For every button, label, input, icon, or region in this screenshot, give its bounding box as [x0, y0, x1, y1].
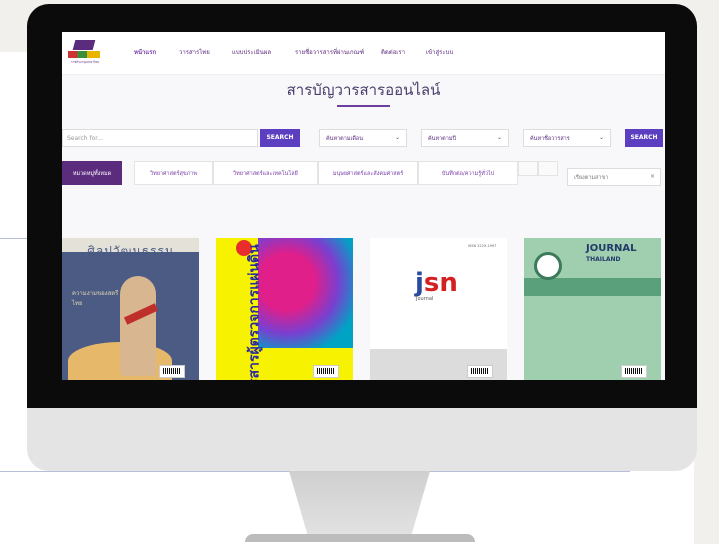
tab-empty[interactable]	[538, 161, 558, 176]
nav-evaluation[interactable]: แบบประเมินผล	[232, 47, 271, 57]
tab-health-science[interactable]: วิทยาศาสตร์สุขภาพ	[134, 161, 213, 185]
barcode-icon	[159, 365, 185, 378]
cover-title: วารสารผู้ตรวจการแผ่นดิน	[216, 244, 263, 380]
chevron-down-icon: ⌄	[496, 134, 502, 141]
barcode-icon	[621, 365, 647, 378]
site-logo[interactable]: ราชกิจจานุเบกษาไทย	[64, 38, 106, 68]
chevron-down-icon: ⌄	[394, 134, 400, 141]
website-screen: ราชกิจจานุเบกษาไทย หน้าแรก วารสารไทย แบบ…	[62, 32, 665, 380]
books-icon	[68, 51, 100, 58]
page-title: สารบัญวารสารออนไลน์	[286, 81, 441, 99]
month-select-label: ค้นหาตามเดือน	[326, 136, 363, 142]
month-select[interactable]: ค้นหาตามเดือน ⌄	[319, 129, 407, 147]
year-select[interactable]: ค้นหาตามปี ⌄	[421, 129, 509, 147]
barcode-icon	[313, 365, 339, 378]
journal-name-select-label: ค้นหาชื่อวารสาร	[530, 136, 570, 142]
cover-band	[524, 278, 661, 296]
nav-approved-list[interactable]: รายชื่อวารสารที่ผ่านเกณฑ์	[295, 47, 364, 57]
journal-name-select[interactable]: ค้นหาชื่อวารสาร ⌄	[523, 129, 611, 147]
cover-issn: ISSN 2229-1997	[468, 244, 497, 248]
cover-artwork	[258, 238, 353, 348]
barcode-icon	[467, 365, 493, 378]
journal-cover[interactable]: ศิลปวัฒนธรรม ความงามของสตรีไทย	[62, 238, 199, 380]
title-underline	[337, 105, 390, 107]
emblem-icon	[534, 252, 562, 280]
cover-title-a: j	[415, 268, 424, 298]
cover-illustration	[120, 276, 156, 376]
nav-contact[interactable]: ติดต่อเรา	[381, 47, 405, 57]
cover-subtitle: Journal	[416, 296, 434, 302]
tab-all[interactable]: หมวดหมู่ทั้งหมด	[62, 161, 122, 185]
journal-cover[interactable]: ISSN 2229-1997 jsn Journal	[370, 238, 507, 380]
cover-title: ศิลปวัฒนธรรม	[87, 244, 174, 258]
cover-title-text: วารสารผู้ตรวจการแผ่นดิน	[246, 244, 263, 380]
monitor-chin	[27, 408, 697, 471]
chevron-down-icon: ⌄	[598, 134, 604, 141]
background-side-panel	[694, 0, 719, 544]
monitor-foot	[245, 534, 475, 542]
monitor-stand	[289, 471, 430, 539]
close-icon[interactable]: ×	[650, 173, 655, 180]
logo-text: ราชกิจจานุเบกษาไทย	[70, 60, 100, 64]
filter-search-button[interactable]: SEARCH	[625, 129, 663, 147]
sort-label: เรียงตามสาขา	[574, 175, 609, 181]
tab-general[interactable]: บันทึกต่อ/ความรู้ทั่วไป	[418, 161, 518, 185]
journal-cover[interactable]: วารสารผู้ตรวจการแผ่นดิน	[216, 238, 353, 380]
nav-login[interactable]: เข้าสู่ระบบ	[426, 47, 453, 57]
top-nav: ราชกิจจานุเบกษาไทย หน้าแรก วารสารไทย แบบ…	[62, 32, 665, 75]
nav-home[interactable]: หน้าแรก	[134, 47, 156, 57]
cover-title: JOURNAL THAILAND	[586, 244, 637, 265]
cover-title-b: sn	[423, 268, 458, 298]
tab-science-technology[interactable]: วิทยาศาสตร์และเทคโนโลยี	[213, 161, 318, 185]
tab-humanities-social[interactable]: มนุษยศาสตร์และสังคมศาสตร์	[318, 161, 418, 185]
cover-title-text: JOURNAL	[586, 243, 637, 254]
tab-empty[interactable]	[518, 161, 538, 176]
search-input[interactable]: Search for...	[62, 129, 258, 147]
search-button[interactable]: SEARCH	[260, 129, 300, 147]
cover-subtitle: THAILAND	[586, 256, 621, 263]
cover-title: jsn	[415, 268, 458, 298]
nav-journals[interactable]: วารสารไทย	[179, 47, 210, 57]
cover-subtitle: ความงามของสตรีไทย	[72, 290, 119, 307]
sort-select[interactable]: เรียงตามสาขา ×	[567, 168, 661, 186]
journal-cover[interactable]: JOURNAL THAILAND	[524, 238, 661, 380]
year-select-label: ค้นหาตามปี	[428, 136, 456, 142]
graduation-cap-icon	[72, 40, 96, 50]
decorative-line	[0, 238, 30, 239]
